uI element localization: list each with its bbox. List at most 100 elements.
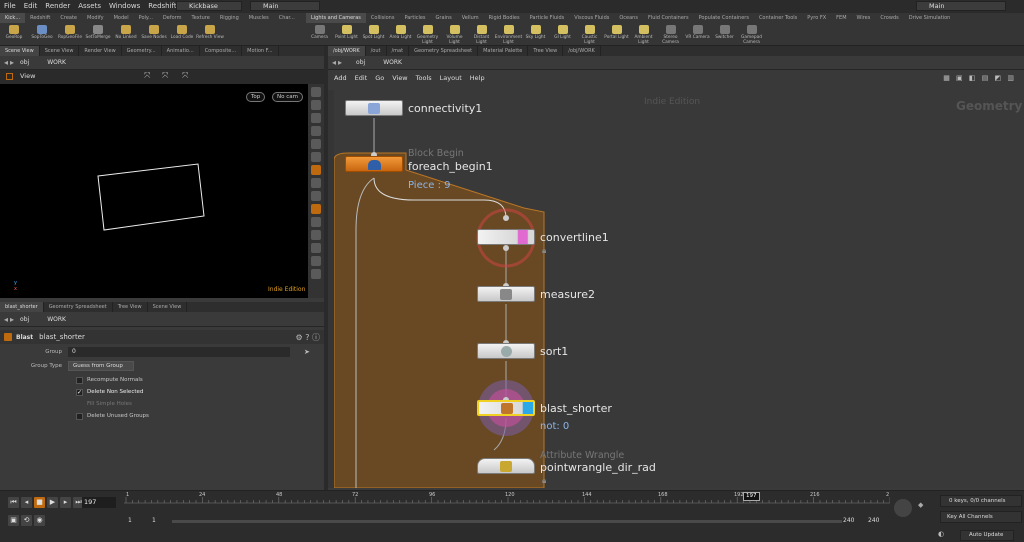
range-end-2[interactable]: 240 bbox=[868, 517, 879, 524]
node-label[interactable]: measure2 bbox=[540, 288, 595, 301]
shelf-tool[interactable]: Spot Light bbox=[360, 23, 387, 46]
range-slider[interactable] bbox=[172, 520, 842, 523]
shelf-tool[interactable]: Sky Light bbox=[522, 23, 549, 46]
view-icon[interactable] bbox=[311, 256, 321, 266]
shelf-tab[interactable]: Pyro FX bbox=[802, 13, 831, 23]
node-label[interactable]: sort1 bbox=[540, 345, 568, 358]
shelf-tool[interactable]: Distant Light bbox=[468, 23, 495, 46]
main-selector-right[interactable]: Main bbox=[916, 1, 1006, 11]
network-toolbar-icons[interactable]: ▦ ▣ ◧ ▤ ◩ ▥ bbox=[943, 74, 1016, 82]
shelf-tool[interactable]: RopGeoFile bbox=[56, 23, 84, 46]
view-icon[interactable] bbox=[311, 191, 321, 201]
node-connectivity[interactable] bbox=[345, 100, 403, 116]
menu-render[interactable]: Render bbox=[41, 0, 74, 13]
path-node[interactable]: WORK bbox=[383, 59, 402, 66]
menu-windows[interactable]: Windows bbox=[105, 0, 144, 13]
path-context[interactable]: obj bbox=[20, 59, 29, 66]
shelf-tool[interactable]: Geometry Light bbox=[414, 23, 441, 46]
net-menu-add[interactable]: Add bbox=[334, 74, 347, 82]
tab-geometry-spreadsheet[interactable]: Geometry Spreadsheet bbox=[44, 302, 113, 312]
loop-icon[interactable]: ⟲ bbox=[21, 515, 32, 526]
tab-material-palette[interactable]: Material Palette bbox=[478, 46, 529, 56]
shelf-tab[interactable]: Crowds bbox=[875, 13, 903, 23]
shelf-tab[interactable]: Viscous Fluids bbox=[569, 13, 614, 23]
shelf-tool[interactable]: Camera bbox=[306, 23, 333, 46]
view-icon[interactable] bbox=[311, 152, 321, 162]
pin-icon[interactable] bbox=[6, 73, 13, 80]
gear-icon[interactable]: ⚙ ? ⓘ bbox=[295, 332, 320, 343]
view-icon[interactable] bbox=[311, 113, 321, 123]
path-node[interactable]: WORK bbox=[47, 59, 66, 66]
pan-icon[interactable]: ⤧ bbox=[162, 71, 168, 81]
menu-assets[interactable]: Assets bbox=[74, 0, 105, 13]
timeline-ruler[interactable]: 1 24 48 72 96 120 144 168 192 216 2 197 bbox=[124, 491, 890, 515]
zoom-icon[interactable]: ⤧ bbox=[182, 71, 188, 81]
tab-tree-view[interactable]: Tree View bbox=[528, 46, 564, 56]
shelf-tool[interactable]: Environment Light bbox=[495, 23, 522, 46]
node-foreach-begin[interactable] bbox=[345, 156, 403, 172]
path-context[interactable]: obj bbox=[20, 316, 29, 323]
tab-scene-view[interactable]: Scene View bbox=[0, 46, 40, 56]
back-arrow-icon[interactable]: ◂ bbox=[4, 58, 8, 67]
path-node[interactable]: WORK bbox=[47, 316, 66, 323]
view-icon[interactable] bbox=[311, 100, 321, 110]
tab-geometry-spreadsheet[interactable]: Geometry Spreadsheet bbox=[409, 46, 479, 56]
net-menu-layout[interactable]: Layout bbox=[440, 74, 462, 82]
node-name-field[interactable]: blast_shorter bbox=[39, 333, 85, 341]
delete-non-selected-checkbox[interactable]: ✓ bbox=[76, 388, 83, 396]
shelf-tab[interactable]: Drive Simulation bbox=[904, 13, 956, 23]
shelf-tab[interactable]: Texture bbox=[187, 13, 215, 23]
tab-params[interactable]: blast_shorter bbox=[0, 302, 44, 312]
current-frame-marker[interactable]: 197 bbox=[743, 492, 760, 501]
audio-icon[interactable]: ◉ bbox=[34, 515, 45, 526]
jump-start-icon[interactable]: ⏮ bbox=[8, 497, 19, 508]
net-menu-go[interactable]: Go bbox=[375, 74, 384, 82]
menu-file[interactable]: File bbox=[0, 0, 20, 13]
shelf-tab[interactable]: Lights and Cameras bbox=[306, 13, 366, 23]
shelf-tool[interactable]: GeoRop bbox=[0, 23, 28, 46]
key-icon[interactable] bbox=[894, 499, 912, 517]
range-start[interactable]: 1 bbox=[128, 517, 132, 524]
net-menu-view[interactable]: View bbox=[392, 74, 407, 82]
shelf-tab[interactable]: Rigid Bodies bbox=[484, 13, 525, 23]
shelf-tool[interactable]: Caustic Light bbox=[576, 23, 603, 46]
back-arrow-icon[interactable]: ◂ bbox=[332, 58, 336, 67]
shelf-tab[interactable]: Particle Fluids bbox=[525, 13, 570, 23]
node-convertline[interactable] bbox=[477, 229, 535, 245]
key-all-channels-button[interactable]: Key All Channels bbox=[940, 511, 1022, 523]
view-icon[interactable] bbox=[311, 126, 321, 136]
forward-arrow-icon[interactable]: ▸ bbox=[10, 58, 14, 67]
view-icon[interactable] bbox=[311, 269, 321, 279]
shelf-tab[interactable]: Oceans bbox=[614, 13, 643, 23]
shelf-tab[interactable]: Container Tools bbox=[754, 13, 802, 23]
shelf-tab[interactable]: Vellum bbox=[457, 13, 484, 23]
view-icon[interactable] bbox=[311, 243, 321, 253]
tab-composite[interactable]: Composite... bbox=[200, 46, 243, 56]
view-icon[interactable] bbox=[311, 178, 321, 188]
network-canvas[interactable]: Indie Edition Geometry connectivity1 Blo… bbox=[334, 90, 1024, 488]
back-arrow-icon[interactable]: ◂ bbox=[4, 315, 8, 324]
main-selector[interactable]: Main bbox=[250, 1, 320, 11]
node-label[interactable]: convertline1 bbox=[540, 231, 609, 244]
shelf-tool[interactable]: Stereo Camera bbox=[657, 23, 684, 46]
tab-out[interactable]: /out bbox=[366, 46, 387, 56]
auto-update-button[interactable]: Auto Update bbox=[960, 530, 1014, 541]
node-label[interactable]: foreach_begin1 bbox=[408, 160, 493, 173]
shelf-tool[interactable]: Ambient Light bbox=[630, 23, 657, 46]
shelf-tab[interactable]: Model bbox=[109, 13, 134, 23]
node-wrangle[interactable] bbox=[477, 458, 535, 474]
tab-scene-view[interactable]: Scene View bbox=[148, 302, 188, 312]
tab-mat[interactable]: /mat bbox=[387, 46, 410, 56]
shelf-tool[interactable]: Switcher bbox=[711, 23, 738, 46]
view-icon[interactable] bbox=[311, 87, 321, 97]
view-icon[interactable] bbox=[311, 139, 321, 149]
shelf-tool[interactable]: No Linked bbox=[112, 23, 140, 46]
shelf-tool[interactable]: Portal Light bbox=[603, 23, 630, 46]
step-forward-icon[interactable]: ▸ bbox=[60, 497, 71, 508]
shelf-tool[interactable]: GI Light bbox=[549, 23, 576, 46]
shelf-tab[interactable]: Collisions bbox=[366, 13, 400, 23]
shelf-tab[interactable]: Modify bbox=[82, 13, 109, 23]
shelf-tool[interactable]: SetToMerge bbox=[84, 23, 112, 46]
shelf-tool[interactable]: Area Light bbox=[387, 23, 414, 46]
snap-icon[interactable] bbox=[311, 204, 321, 214]
